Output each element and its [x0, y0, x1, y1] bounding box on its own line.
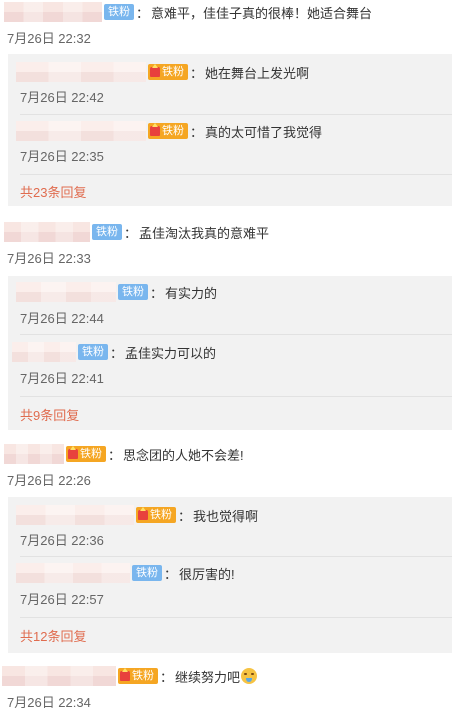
reply-text: 我也觉得啊	[193, 508, 259, 524]
colon: ：	[124, 225, 138, 241]
fan-badge: 铁粉	[148, 123, 188, 139]
comment-item: 铁粉 ： 意难平，佳佳子真的很棒！她适合舞台 7月26日 22:32	[0, 0, 452, 46]
crown-icon	[150, 64, 160, 77]
fan-badge: 铁粉	[66, 446, 106, 462]
colon: ：	[190, 124, 204, 140]
comment-item: 铁粉 ： 继续努力吧 7月26日 22:34	[0, 662, 452, 712]
username-mosaic[interactable]	[4, 222, 90, 242]
username-mosaic[interactable]	[16, 121, 146, 141]
reply-text: 孟佳实力可以的	[125, 345, 217, 361]
username-mosaic[interactable]	[16, 505, 134, 525]
reply-time: 7月26日 22:44	[20, 311, 104, 326]
colon: ：	[160, 669, 174, 685]
crown-icon	[68, 446, 78, 459]
reply-time: 7月26日 22:35	[20, 149, 104, 164]
reply-box: 铁粉 ： 有实力的 7月26日 22:44 铁粉 ： 孟佳实力可以的 7月26日…	[8, 276, 452, 430]
reply-item: 铁粉 ： 孟佳实力可以的 7月26日 22:41	[8, 334, 452, 394]
username-mosaic[interactable]	[2, 666, 116, 686]
reply-item: 铁粉 ： 我也觉得啊 7月26日 22:36	[8, 497, 452, 555]
colon: ：	[178, 508, 192, 524]
divider	[20, 396, 452, 397]
comment-time: 7月26日 22:26	[7, 473, 91, 488]
comment-line: 铁粉 ： 意难平，佳佳子真的很棒！她适合舞台	[4, 2, 372, 22]
reply-time: 7月26日 22:42	[20, 90, 104, 105]
reply-item: 铁粉 ： 她在舞台上发光啊 7月26日 22:42	[8, 54, 452, 112]
reply-item: 铁粉 ： 真的太可惜了我觉得 7月26日 22:35	[8, 114, 452, 172]
crying-face-icon	[241, 668, 258, 684]
reply-line: 铁粉 ： 很厉害的!	[16, 563, 235, 583]
comment-time: 7月26日 22:33	[7, 251, 91, 266]
reply-item: 铁粉 ： 有实力的 7月26日 22:44	[8, 276, 452, 334]
badge-label: 铁粉	[162, 125, 184, 137]
fan-badge: 铁粉	[132, 565, 162, 581]
reply-item: 铁粉 ： 很厉害的! 7月26日 22:57	[8, 556, 452, 614]
reply-box: 铁粉 ： 我也觉得啊 7月26日 22:36 铁粉 ： 很厉害的! 7月26日 …	[8, 497, 452, 653]
reply-box: 铁粉 ： 她在舞台上发光啊 7月26日 22:42 铁粉 ： 真的太可惜了我觉得…	[8, 54, 452, 206]
reply-text: 她在舞台上发光啊	[205, 65, 310, 81]
badge-label: 铁粉	[150, 509, 172, 521]
comment-line: 铁粉 ： 继续努力吧	[2, 666, 258, 686]
comment-text: 孟佳淘汰我真的意难平	[139, 225, 270, 241]
username-mosaic[interactable]	[12, 342, 76, 362]
more-replies-link[interactable]: 共23条回复	[20, 182, 86, 201]
comment-text: 继续努力吧	[175, 669, 241, 685]
colon: ：	[108, 447, 122, 463]
colon: ：	[136, 5, 150, 21]
colon: ：	[190, 65, 204, 81]
reply-time: 7月26日 22:57	[20, 592, 104, 607]
divider	[20, 174, 452, 175]
colon: ：	[110, 345, 124, 361]
username-mosaic[interactable]	[16, 62, 146, 82]
reply-time: 7月26日 22:41	[20, 371, 104, 386]
reply-time: 7月26日 22:36	[20, 533, 104, 548]
username-mosaic[interactable]	[16, 563, 130, 583]
divider	[20, 617, 452, 618]
fan-badge: 铁粉	[136, 507, 176, 523]
badge-label: 铁粉	[162, 66, 184, 78]
colon: ：	[150, 285, 164, 301]
username-mosaic[interactable]	[4, 444, 64, 464]
reply-text: 很厉害的!	[179, 566, 235, 582]
colon: ：	[164, 566, 178, 582]
fan-badge: 铁粉	[78, 344, 108, 360]
reply-text: 真的太可惜了我觉得	[205, 124, 323, 140]
fan-badge: 铁粉	[118, 668, 158, 684]
comment-text: 意难平，佳佳子真的很棒！她适合舞台	[151, 5, 373, 21]
crown-icon	[150, 123, 160, 136]
fan-badge: 铁粉	[104, 4, 134, 20]
comment-line: 铁粉 ： 孟佳淘汰我真的意难平	[4, 222, 269, 242]
badge-label: 铁粉	[132, 670, 154, 682]
crown-icon	[138, 507, 148, 520]
comment-time: 7月26日 22:32	[7, 31, 91, 46]
comment-text: 思念团的人她不会差!	[123, 447, 244, 463]
crown-icon	[120, 668, 130, 681]
reply-line: 铁粉 ： 真的太可惜了我觉得	[16, 121, 322, 141]
username-mosaic[interactable]	[4, 2, 102, 22]
fan-badge: 铁粉	[148, 64, 188, 80]
comment-item: 铁粉 ： 思念团的人她不会差! 7月26日 22:26	[0, 440, 452, 490]
more-replies-link[interactable]: 共12条回复	[20, 626, 86, 645]
badge-label: 铁粉	[80, 448, 102, 460]
reply-text: 有实力的	[165, 285, 218, 301]
comment-time: 7月26日 22:34	[7, 695, 91, 710]
comment-line: 铁粉 ： 思念团的人她不会差!	[4, 444, 244, 464]
comment-thread: 铁粉 ： 意难平，佳佳子真的很棒！她适合舞台 7月26日 22:32 铁粉 ： …	[0, 0, 452, 714]
reply-line: 铁粉 ： 她在舞台上发光啊	[16, 62, 309, 82]
fan-badge: 铁粉	[118, 284, 148, 300]
more-replies-link[interactable]: 共9条回复	[20, 405, 79, 424]
username-mosaic[interactable]	[16, 282, 116, 302]
reply-line: 铁粉 ： 有实力的	[16, 282, 217, 302]
comment-item: 铁粉 ： 孟佳淘汰我真的意难平 7月26日 22:33	[0, 218, 452, 268]
reply-line: 铁粉 ： 孟佳实力可以的	[12, 342, 216, 362]
fan-badge: 铁粉	[92, 224, 122, 240]
reply-line: 铁粉 ： 我也觉得啊	[16, 505, 258, 525]
